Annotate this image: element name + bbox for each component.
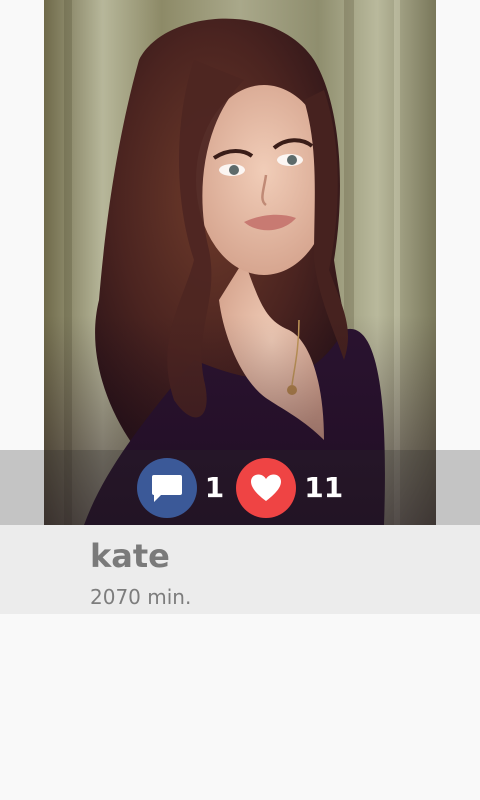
like-count: 11 xyxy=(304,471,344,504)
comment-icon[interactable] xyxy=(136,457,197,518)
heart-icon[interactable] xyxy=(236,457,297,518)
stats-bar: 1 11 xyxy=(0,450,480,525)
profile-photo[interactable] xyxy=(44,0,436,525)
comment-count: 1 xyxy=(204,471,225,504)
profile-info[interactable]: kate 2070 min. xyxy=(0,525,480,614)
profile-name: kate xyxy=(90,537,170,575)
screen: 1 11 kate 2070 min. xyxy=(0,0,480,800)
comments-stat[interactable]: 1 xyxy=(136,457,225,518)
profile-time: 2070 min. xyxy=(90,585,192,609)
profile-card[interactable]: 1 11 xyxy=(0,0,480,525)
likes-stat[interactable]: 11 xyxy=(236,457,344,518)
